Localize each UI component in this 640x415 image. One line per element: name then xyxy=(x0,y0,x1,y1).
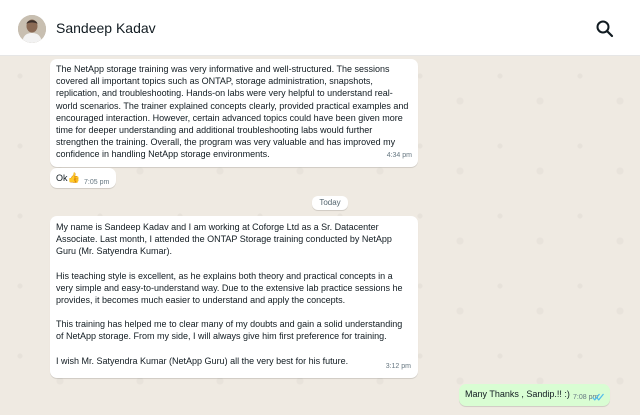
day-separator: Today xyxy=(312,196,348,210)
double-check-icon xyxy=(592,393,604,401)
contact-name[interactable]: Sandeep Kadav xyxy=(56,20,156,36)
message-paragraph: My name is Sandeep Kadav and I am workin… xyxy=(56,222,392,257)
message-time: 7:05 pm xyxy=(84,179,110,186)
search-button[interactable] xyxy=(594,18,616,40)
message-text: Ok xyxy=(56,173,68,183)
contact-avatar[interactable] xyxy=(18,15,46,43)
outgoing-message[interactable]: Many Thanks , Sandip.!! :) 7:08 pm xyxy=(459,384,610,406)
message-text: Many Thanks , Sandip.!! :) xyxy=(465,389,570,399)
message-time: 3:12 pm xyxy=(385,362,411,370)
message-list[interactable]: The NetApp storage training was very inf… xyxy=(0,56,640,415)
incoming-message[interactable]: The NetApp storage training was very inf… xyxy=(50,59,418,167)
message-paragraph: I wish Mr. Satyendra Kumar (NetApp Guru)… xyxy=(56,355,349,366)
message-paragraph: This training has helped me to clear man… xyxy=(56,319,403,342)
incoming-message[interactable]: Ok👍 7:05 pm xyxy=(50,168,116,188)
search-icon xyxy=(596,20,614,38)
incoming-message[interactable]: My name is Sandeep Kadav and I am workin… xyxy=(50,216,418,378)
thumbs-up-emoji: 👍 xyxy=(67,173,80,184)
message-time: 4:34 pm xyxy=(386,151,412,159)
message-paragraph: His teaching style is excellent, as he e… xyxy=(56,270,403,306)
message-text: The NetApp storage training was very inf… xyxy=(56,64,411,160)
person-avatar-icon xyxy=(18,15,46,43)
chat-header: Sandeep Kadav xyxy=(0,0,640,56)
